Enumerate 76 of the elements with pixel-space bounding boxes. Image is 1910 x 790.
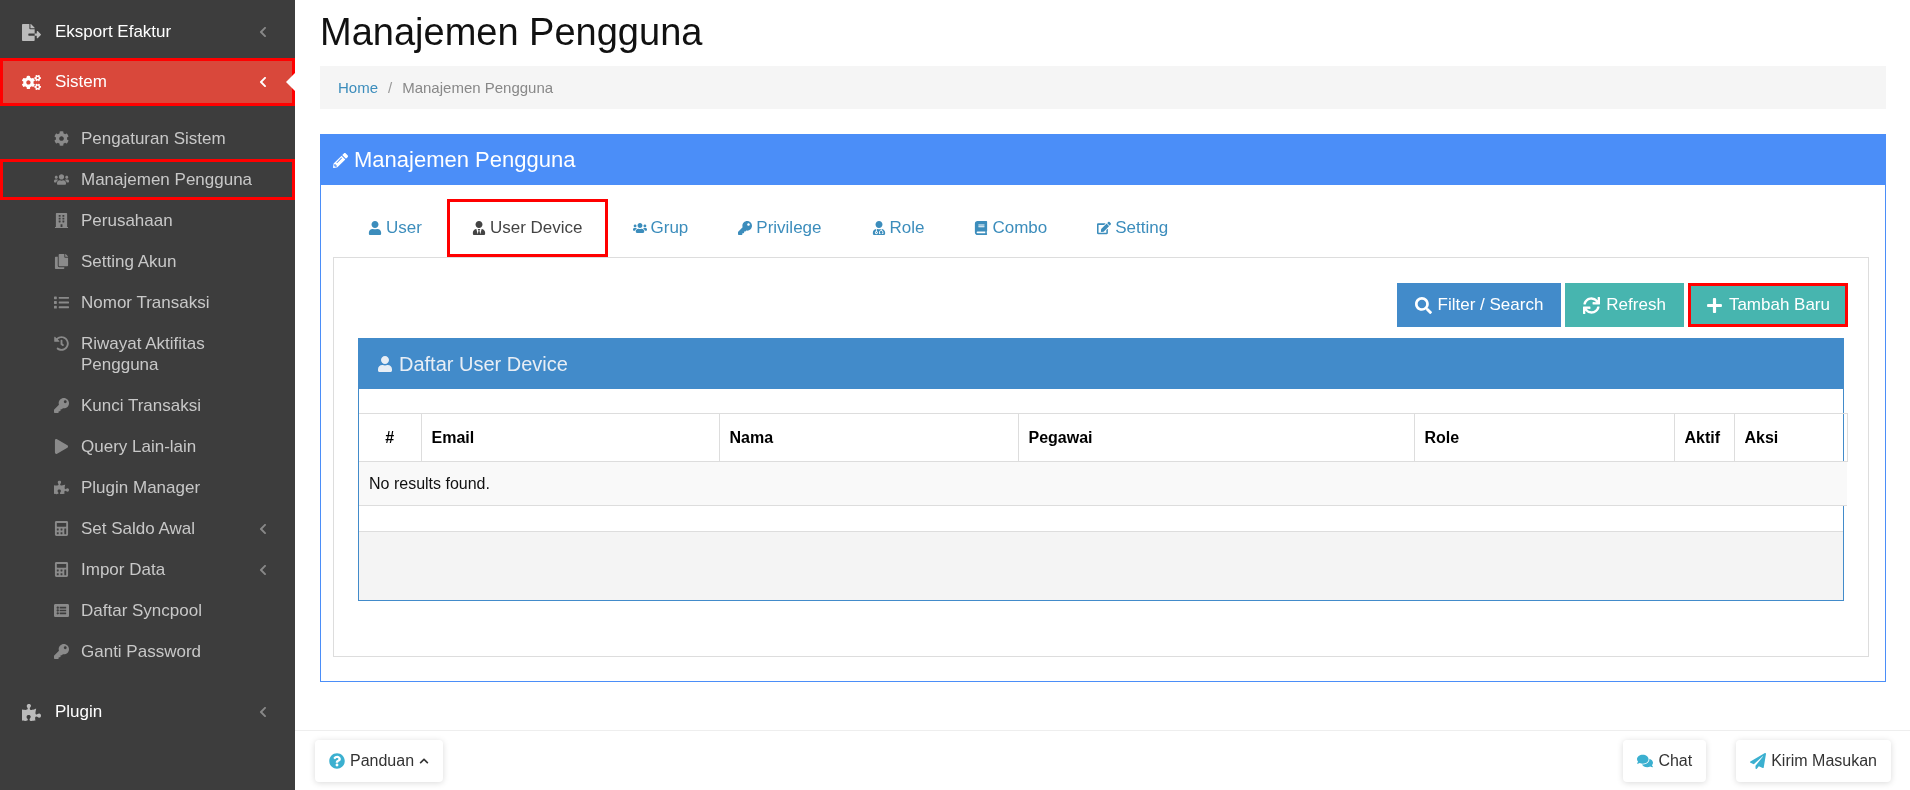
key-icon bbox=[738, 221, 753, 235]
tab[interactable]: User Device bbox=[446, 199, 608, 257]
tab[interactable]: Grup bbox=[607, 199, 714, 257]
column-header: Role bbox=[1414, 413, 1674, 462]
submenu-item[interactable]: Impor Data bbox=[0, 549, 295, 590]
calculator-icon bbox=[54, 562, 69, 577]
tab[interactable]: Setting bbox=[1072, 199, 1194, 257]
key-icon bbox=[54, 398, 69, 413]
submenu-item[interactable]: Set Saldo Awal bbox=[0, 508, 295, 549]
book-icon bbox=[974, 221, 989, 235]
empty-message: No results found. bbox=[359, 461, 1847, 506]
panel-title: Manajemen Pengguna bbox=[354, 147, 576, 173]
history-icon bbox=[54, 336, 69, 351]
feedback-button[interactable]: Kirim Masukan bbox=[1736, 739, 1891, 782]
column-header: Pegawai bbox=[1018, 413, 1414, 462]
calculator-icon bbox=[54, 521, 69, 536]
gears-icon bbox=[22, 72, 41, 92]
sidebar-item[interactable]: Plugin bbox=[0, 688, 295, 736]
user-icon bbox=[377, 356, 393, 372]
search-icon bbox=[1414, 296, 1432, 314]
submenu-item[interactable]: Riwayat Aktifitas Pengguna bbox=[0, 323, 295, 385]
user-icon bbox=[471, 221, 486, 235]
table-panel-title: Daftar User Device bbox=[399, 352, 568, 376]
list-icon bbox=[54, 603, 69, 618]
tab[interactable]: Combo bbox=[949, 199, 1073, 257]
tab[interactable]: Privilege bbox=[713, 199, 847, 257]
paper-plane-icon bbox=[1750, 752, 1767, 769]
puzzle-icon bbox=[54, 480, 69, 495]
submenu-item[interactable]: Setting Akun bbox=[0, 241, 295, 282]
copy-icon bbox=[54, 254, 69, 269]
submenu-item[interactable]: Ganti Password bbox=[0, 631, 295, 672]
sidebar-item[interactable]: Sistem bbox=[0, 58, 295, 106]
submenu-item[interactable]: Perusahaan bbox=[0, 200, 295, 241]
column-header: Aksi bbox=[1734, 413, 1847, 462]
gear-icon bbox=[54, 131, 69, 146]
list-icon bbox=[54, 295, 69, 310]
page-title: Manajemen Pengguna bbox=[320, 10, 704, 55]
building-icon bbox=[54, 213, 69, 228]
chat-icon bbox=[1637, 752, 1654, 769]
chevron-icon bbox=[257, 706, 269, 718]
breadcrumb-current: Manajemen Pengguna bbox=[402, 79, 554, 96]
chevron-icon bbox=[257, 26, 269, 38]
breadcrumb-link[interactable]: Home bbox=[338, 79, 378, 96]
active-marker bbox=[286, 73, 295, 91]
submenu-item[interactable]: Plugin Manager bbox=[0, 467, 295, 508]
breadcrumb-separator: / bbox=[388, 79, 393, 96]
submenu-item[interactable]: Kunci Transaksi bbox=[0, 385, 295, 426]
column-header: Aktif bbox=[1674, 413, 1734, 462]
pencil-icon bbox=[333, 152, 348, 168]
user-icon bbox=[871, 221, 886, 235]
puzzle-icon bbox=[22, 702, 41, 722]
refresh-icon bbox=[1583, 296, 1601, 314]
tab[interactable]: User bbox=[343, 199, 447, 257]
column-header: Email bbox=[421, 413, 719, 462]
users-icon bbox=[632, 221, 647, 235]
help-icon bbox=[329, 752, 345, 769]
play-icon bbox=[54, 439, 69, 454]
submenu-item[interactable]: Query Lain-lain bbox=[0, 426, 295, 467]
action-button[interactable]: Filter / Search bbox=[1396, 283, 1562, 327]
tab[interactable]: Role bbox=[846, 199, 950, 257]
sidebar-item[interactable]: Eksport Efaktur bbox=[0, 8, 295, 56]
submenu-item[interactable]: Nomor Transaksi bbox=[0, 282, 295, 323]
column-header: # bbox=[359, 413, 421, 462]
export-icon bbox=[22, 22, 41, 42]
submenu-item[interactable]: Pengaturan Sistem bbox=[0, 118, 295, 159]
submenu-item[interactable]: Manajemen Pengguna bbox=[0, 159, 295, 200]
user-icon bbox=[368, 221, 382, 235]
guide-button[interactable]: Panduan bbox=[315, 739, 444, 782]
chevron-icon bbox=[257, 76, 269, 88]
edit-icon bbox=[1097, 221, 1112, 235]
column-header: Nama bbox=[719, 413, 1018, 462]
key-icon bbox=[54, 644, 69, 659]
chat-button[interactable]: Chat bbox=[1623, 739, 1707, 782]
users-icon bbox=[54, 172, 69, 187]
plus-icon bbox=[1705, 296, 1723, 314]
submenu-item[interactable]: Daftar Syncpool bbox=[0, 590, 295, 631]
